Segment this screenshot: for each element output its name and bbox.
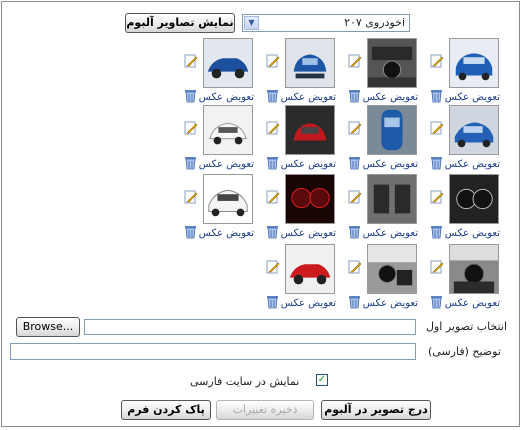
- gallery-item: تعویض عکس: [258, 38, 338, 106]
- car-photo-thumbnail[interactable]: [367, 105, 417, 155]
- chevron-down-icon[interactable]: ▼: [244, 16, 259, 30]
- delete-trash-icon[interactable]: [430, 294, 443, 309]
- gallery-item: تعویض عکس: [422, 244, 502, 312]
- clear-form-button[interactable]: پاک کردن فرم: [121, 400, 211, 420]
- gallery-item: تعویض عکس: [422, 105, 502, 173]
- insert-image-button[interactable]: درج تصویر در آلبوم: [321, 400, 431, 420]
- edit-pencil-icon[interactable]: [430, 54, 444, 68]
- album-select[interactable]: ▼ خودروی ۲۰۷i: [242, 14, 410, 32]
- edit-pencil-icon[interactable]: [266, 190, 280, 204]
- album-select-value: خودروی ۲۰۷i: [344, 16, 405, 29]
- delete-trash-icon[interactable]: [348, 155, 361, 170]
- replace-photo-link[interactable]: تعویض عکس: [281, 298, 336, 309]
- delete-trash-icon[interactable]: [266, 294, 279, 309]
- replace-photo-link[interactable]: تعویض عکس: [199, 159, 254, 170]
- replace-photo-link[interactable]: تعویض عکس: [363, 228, 418, 239]
- save-changes-button[interactable]: ذخیره تغییرات: [216, 400, 314, 420]
- gallery-item: تعویض عکس: [176, 105, 256, 173]
- show-on-site-checkbox[interactable]: ✓: [316, 374, 328, 386]
- gallery-item: تعویض عکس: [340, 174, 420, 242]
- replace-photo-link[interactable]: تعویض عکس: [363, 298, 418, 309]
- gallery-item: تعویض عکس: [258, 174, 338, 242]
- edit-pencil-icon[interactable]: [348, 260, 362, 274]
- gallery-item: تعویض عکس: [422, 38, 502, 106]
- edit-pencil-icon[interactable]: [348, 190, 362, 204]
- edit-pencil-icon[interactable]: [266, 121, 280, 135]
- delete-trash-icon[interactable]: [184, 155, 197, 170]
- album-manager-panel: ▼ خودروی ۲۰۷i نمایش تصاویر آلبوم تعویض ع…: [1, 1, 520, 427]
- gallery-item: تعویض عکس: [176, 38, 256, 106]
- replace-photo-link[interactable]: تعویض عکس: [445, 228, 500, 239]
- edit-pencil-icon[interactable]: [184, 190, 198, 204]
- gallery-item: تعویض عکس: [176, 174, 256, 242]
- edit-pencil-icon[interactable]: [266, 260, 280, 274]
- car-photo-thumbnail[interactable]: [449, 174, 499, 224]
- replace-photo-link[interactable]: تعویض عکس: [445, 159, 500, 170]
- replace-photo-link[interactable]: تعویض عکس: [199, 92, 254, 103]
- show-album-button[interactable]: نمایش تصاویر آلبوم: [125, 13, 235, 33]
- edit-pencil-icon[interactable]: [430, 190, 444, 204]
- browse-button[interactable]: Browse...: [16, 317, 80, 337]
- car-photo-thumbnail[interactable]: [449, 105, 499, 155]
- show-on-site-label: نمایش در سایت فارسی: [190, 375, 300, 388]
- gallery-item: تعویض عکس: [258, 244, 338, 312]
- replace-photo-link[interactable]: تعویض عکس: [281, 92, 336, 103]
- gallery-item: تعویض عکس: [340, 105, 420, 173]
- file-path-input[interactable]: [84, 319, 416, 335]
- replace-photo-link[interactable]: تعویض عکس: [281, 228, 336, 239]
- car-photo-thumbnail[interactable]: [367, 38, 417, 88]
- delete-trash-icon[interactable]: [348, 224, 361, 239]
- replace-photo-link[interactable]: تعویض عکس: [363, 159, 418, 170]
- car-photo-thumbnail[interactable]: [449, 38, 499, 88]
- car-photo-thumbnail[interactable]: [285, 38, 335, 88]
- delete-trash-icon[interactable]: [184, 88, 197, 103]
- gallery-item: تعویض عکس: [422, 174, 502, 242]
- description-input[interactable]: [10, 343, 416, 360]
- delete-trash-icon[interactable]: [430, 224, 443, 239]
- car-photo-thumbnail[interactable]: [203, 105, 253, 155]
- car-photo-thumbnail[interactable]: [285, 244, 335, 294]
- car-photo-thumbnail[interactable]: [367, 174, 417, 224]
- edit-pencil-icon[interactable]: [184, 121, 198, 135]
- replace-photo-link[interactable]: تعویض عکس: [445, 298, 500, 309]
- edit-pencil-icon[interactable]: [430, 121, 444, 135]
- edit-pencil-icon[interactable]: [266, 54, 280, 68]
- edit-pencil-icon[interactable]: [348, 54, 362, 68]
- delete-trash-icon[interactable]: [266, 155, 279, 170]
- car-photo-thumbnail[interactable]: [367, 244, 417, 294]
- description-label: توضیح (فارسی): [428, 345, 501, 358]
- first-image-label: انتخاب تصویر اول: [426, 320, 508, 333]
- car-photo-thumbnail[interactable]: [203, 174, 253, 224]
- gallery-item: تعویض عکس: [258, 105, 338, 173]
- car-photo-thumbnail[interactable]: [203, 38, 253, 88]
- edit-pencil-icon[interactable]: [184, 54, 198, 68]
- gallery-item: تعویض عکس: [340, 38, 420, 106]
- delete-trash-icon[interactable]: [348, 88, 361, 103]
- gallery-item: تعویض عکس: [340, 244, 420, 312]
- replace-photo-link[interactable]: تعویض عکس: [281, 159, 336, 170]
- edit-pencil-icon[interactable]: [348, 121, 362, 135]
- car-photo-thumbnail[interactable]: [285, 105, 335, 155]
- car-photo-thumbnail[interactable]: [449, 244, 499, 294]
- delete-trash-icon[interactable]: [430, 88, 443, 103]
- delete-trash-icon[interactable]: [348, 294, 361, 309]
- replace-photo-link[interactable]: تعویض عکس: [363, 92, 418, 103]
- delete-trash-icon[interactable]: [184, 224, 197, 239]
- edit-pencil-icon[interactable]: [430, 260, 444, 274]
- delete-trash-icon[interactable]: [266, 224, 279, 239]
- delete-trash-icon[interactable]: [266, 88, 279, 103]
- replace-photo-link[interactable]: تعویض عکس: [199, 228, 254, 239]
- delete-trash-icon[interactable]: [430, 155, 443, 170]
- car-photo-thumbnail[interactable]: [285, 174, 335, 224]
- replace-photo-link[interactable]: تعویض عکس: [445, 92, 500, 103]
